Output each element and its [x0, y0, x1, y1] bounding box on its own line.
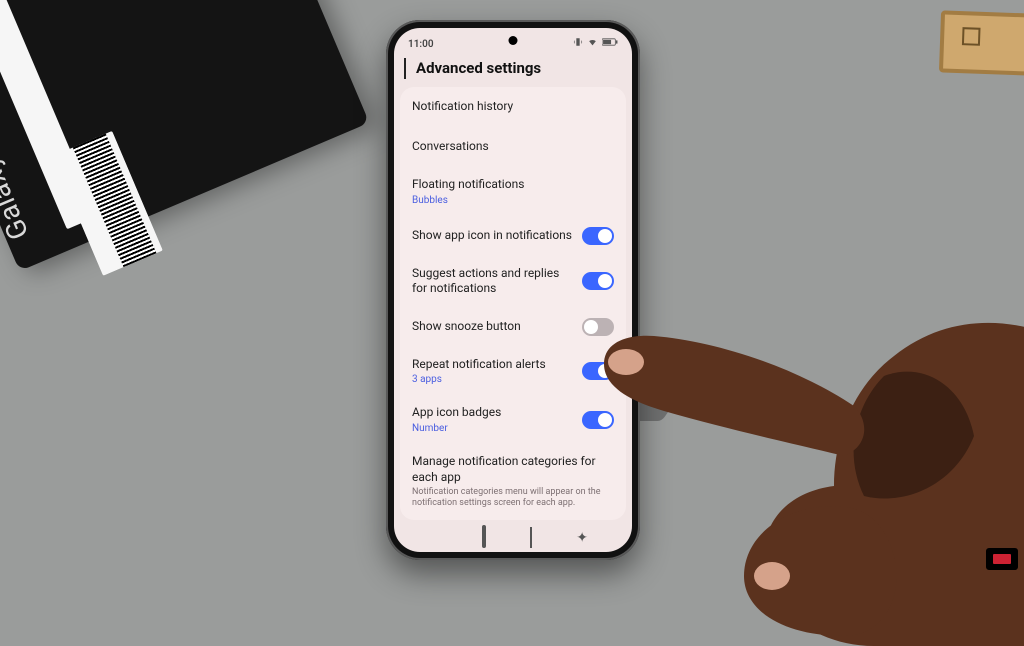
- page-title: Advanced settings: [416, 59, 541, 77]
- wifi-icon: [587, 37, 598, 50]
- description: Notification categories menu will appear…: [412, 487, 614, 510]
- sublabel: 3 apps: [412, 374, 546, 385]
- label: Suggest actions and replies for notifica…: [412, 266, 572, 297]
- toggle-show-app-icon[interactable]: [582, 227, 614, 245]
- settings-content: Notification history Conversations Float…: [394, 87, 632, 522]
- wood-block-prop: [939, 10, 1024, 75]
- row-app-icon-badges[interactable]: App icon badges Number: [400, 395, 626, 444]
- row-suggest-actions[interactable]: Suggest actions and replies for notifica…: [400, 256, 626, 307]
- label: Show app icon in notifications: [412, 228, 572, 244]
- phone-frame: 11:00 Advanced settings Notification: [386, 20, 640, 560]
- phone-screen: 11:00 Advanced settings Notification: [394, 28, 632, 552]
- label: Floating notifications: [412, 177, 524, 193]
- row-repeat-alerts[interactable]: Repeat notification alerts 3 apps: [400, 347, 626, 396]
- label: Repeat notification alerts: [412, 357, 546, 373]
- camera-punch-hole: [509, 36, 518, 45]
- sublabel: Bubbles: [412, 195, 524, 206]
- assistant-star-icon: ✦: [576, 530, 588, 546]
- label: Notification history: [412, 99, 513, 115]
- label: Manage notification categories for each …: [412, 454, 614, 485]
- row-show-app-icon[interactable]: Show app icon in notifications: [400, 216, 626, 256]
- home-icon: [482, 525, 486, 548]
- sublabel: Number: [412, 423, 501, 434]
- nav-assistant-button[interactable]: ✦: [576, 527, 588, 546]
- toggle-app-icon-badges[interactable]: [582, 411, 614, 429]
- chevron-left-icon: [404, 58, 406, 79]
- vibrate-icon: [573, 37, 583, 50]
- label: Conversations: [412, 139, 489, 155]
- row-snooze-button[interactable]: Show snooze button: [400, 307, 626, 347]
- video-watermark: [986, 548, 1018, 570]
- nav-back-button[interactable]: [530, 527, 532, 546]
- toggle-suggest-actions[interactable]: [582, 272, 614, 290]
- row-conversations[interactable]: Conversations: [400, 127, 626, 167]
- row-manage-categories[interactable]: Manage notification categories for each …: [400, 444, 626, 520]
- statusbar-time: 11:00: [408, 39, 434, 50]
- nav-bar: ✦: [394, 522, 632, 552]
- label: Show snooze button: [412, 319, 521, 335]
- battery-icon: [602, 37, 618, 50]
- settings-card-main: Notification history Conversations Float…: [400, 87, 626, 520]
- back-button[interactable]: [404, 58, 406, 77]
- toggle-repeat-alerts[interactable]: [582, 362, 614, 380]
- label: App icon badges: [412, 405, 501, 421]
- appbar: Advanced settings: [394, 52, 632, 87]
- row-floating-notifications[interactable]: Floating notifications Bubbles: [400, 167, 626, 216]
- back-icon: [530, 527, 532, 548]
- row-notification-history[interactable]: Notification history: [400, 87, 626, 127]
- nav-home-button[interactable]: [482, 527, 486, 546]
- toggle-snooze[interactable]: [582, 318, 614, 336]
- product-box: Galaxy S25 Ultra: [0, 0, 369, 271]
